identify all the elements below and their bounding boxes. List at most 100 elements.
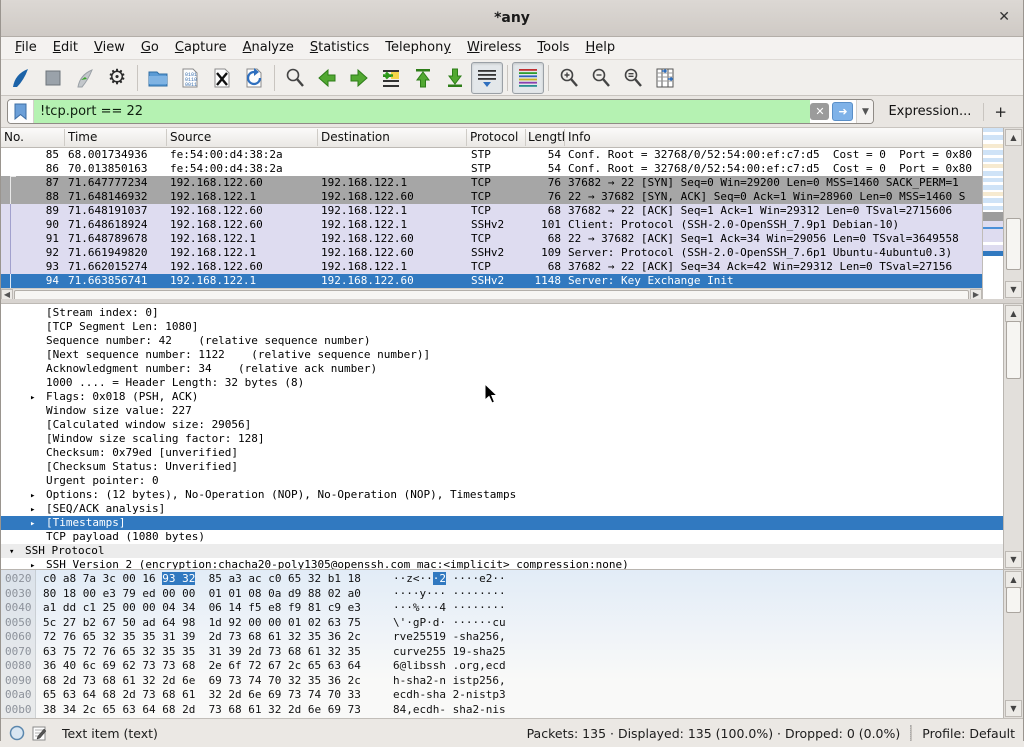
detail-row[interactable]: ▾SSH Protocol — [1, 544, 1003, 558]
hex-row-0080[interactable]: 008036 40 6c 69 62 73 73 68 2e 6f 72 67 … — [1, 659, 1003, 674]
display-filter-input[interactable]: !tcp.port == 22 ✕ ➜ ▼ — [7, 99, 874, 124]
go-last-button[interactable] — [439, 62, 471, 94]
menu-edit[interactable]: Edit — [45, 39, 86, 57]
detail-row[interactable]: ▸[Timestamps] — [1, 516, 1003, 530]
packet-row-93[interactable]: 9371.662015274192.168.122.60192.168.122.… — [1, 260, 982, 274]
detail-row[interactable]: Sequence number: 42 (relative sequence n… — [1, 334, 1003, 348]
reload-file-button[interactable] — [238, 62, 270, 94]
detail-row[interactable]: [Next sequence number: 1122 (relative se… — [1, 348, 1003, 362]
column-header-info[interactable]: Info — [568, 130, 968, 144]
packet-list-header[interactable]: No. Time Source Destination ProtocolLength In… — [1, 128, 982, 148]
bytes-scroll-thumb[interactable] — [1006, 587, 1021, 613]
detail-row[interactable]: [Checksum Status: Unverified] — [1, 460, 1003, 474]
stop-capture-button[interactable] — [37, 62, 69, 94]
details-vscrollbar[interactable]: ▲ ▼ — [1003, 304, 1023, 569]
go-back-button[interactable] — [311, 62, 343, 94]
auto-scroll-button[interactable] — [471, 62, 503, 94]
capture-options-button[interactable]: ⚙ — [101, 62, 133, 94]
close-file-button[interactable] — [206, 62, 238, 94]
zoom-reset-button[interactable] — [617, 62, 649, 94]
zoom-in-button[interactable] — [553, 62, 585, 94]
detail-row[interactable]: Window size value: 227 — [1, 404, 1003, 418]
resize-columns-button[interactable] — [649, 62, 681, 94]
menu-statistics[interactable]: Statistics — [302, 39, 377, 57]
hex-row-0020[interactable]: 0020c0 a8 7a 3c 00 16 93 32 85 a3 ac c0 … — [1, 572, 1003, 587]
detail-row[interactable]: Urgent pointer: 0 — [1, 474, 1003, 488]
detail-row[interactable]: TCP payload (1080 bytes) — [1, 530, 1003, 544]
expand-arrow-icon[interactable]: ▸ — [30, 559, 35, 569]
packet-list-hscrollbar[interactable]: ◀ ▶ — [1, 288, 982, 299]
menu-analyze[interactable]: Analyze — [235, 39, 302, 57]
detail-row[interactable]: 1000 .... = Header Length: 32 bytes (8) — [1, 376, 1003, 390]
vscroll-down-arrow-icon[interactable]: ▼ — [1005, 281, 1022, 298]
status-profile[interactable]: Profile: Default — [922, 726, 1015, 741]
hscroll-thumb[interactable] — [14, 290, 969, 299]
packet-row-94[interactable]: 9471.663856741192.168.122.1192.168.122.6… — [1, 274, 982, 288]
detail-row[interactable]: ▸SSH Version 2 (encryption:chacha20-poly… — [1, 558, 1003, 569]
open-file-button[interactable] — [142, 62, 174, 94]
hex-row-0040[interactable]: 0040a1 dd c1 25 00 00 04 34 06 14 f5 e8 … — [1, 601, 1003, 616]
packet-row-87[interactable]: 8771.647777234192.168.122.60192.168.122.… — [1, 176, 982, 190]
column-header-protocol[interactable]: Protocol — [470, 130, 525, 144]
detail-row[interactable]: [Window size scaling factor: 128] — [1, 432, 1003, 446]
go-first-button[interactable] — [407, 62, 439, 94]
vscroll-up-arrow-icon[interactable]: ▲ — [1005, 129, 1022, 146]
packet-row-88[interactable]: 8871.648146932192.168.122.1192.168.122.6… — [1, 190, 982, 204]
expand-arrow-icon[interactable]: ▸ — [30, 391, 35, 405]
start-capture-button[interactable] — [5, 62, 37, 94]
hex-row-0070[interactable]: 007063 75 72 76 65 32 35 35 31 39 2d 73 … — [1, 645, 1003, 660]
hex-row-0060[interactable]: 006072 76 65 32 35 35 31 39 2d 73 68 61 … — [1, 630, 1003, 645]
column-header-no[interactable]: No. — [4, 130, 62, 144]
details-scroll-up-icon[interactable]: ▲ — [1005, 305, 1022, 322]
detail-row[interactable]: ▸[SEQ/ACK analysis] — [1, 502, 1003, 516]
zoom-out-button[interactable] — [585, 62, 617, 94]
bytes-scroll-up-icon[interactable]: ▲ — [1005, 571, 1022, 588]
packet-row-86[interactable]: 8670.013850163fe:54:00:d4:38:2aSTP54Conf… — [1, 162, 982, 176]
detail-row[interactable]: [Stream index: 0] — [1, 306, 1003, 320]
hex-row-0090[interactable]: 009068 2d 73 68 61 32 2d 6e 69 73 74 70 … — [1, 674, 1003, 689]
filter-history-dropdown-icon[interactable]: ▼ — [856, 100, 873, 123]
expand-arrow-icon[interactable]: ▸ — [30, 517, 35, 531]
filter-bookmark-icon[interactable] — [8, 100, 34, 123]
packet-row-85[interactable]: 8568.001734936fe:54:00:d4:38:2aSTP54Conf… — [1, 148, 982, 162]
intelligent-scrollbar-minimap[interactable] — [982, 128, 1003, 299]
detail-row[interactable]: ▸Flags: 0x018 (PSH, ACK) — [1, 390, 1003, 404]
menu-help[interactable]: Help — [577, 39, 623, 57]
column-header-destination[interactable]: Destination — [321, 130, 466, 144]
hex-row-00a0[interactable]: 00a065 63 64 68 2d 73 68 61 32 2d 6e 69 … — [1, 688, 1003, 703]
menu-go[interactable]: Go — [133, 39, 167, 57]
filter-text[interactable]: !tcp.port == 22 — [34, 100, 810, 123]
details-scroll-thumb[interactable] — [1006, 321, 1021, 379]
hex-row-0030[interactable]: 003080 18 00 e3 79 ed 00 00 01 01 08 0a … — [1, 587, 1003, 602]
collapse-arrow-icon[interactable]: ▾ — [9, 545, 14, 559]
vscroll-thumb[interactable] — [1006, 218, 1021, 270]
column-header-source[interactable]: Source — [170, 130, 317, 144]
column-header-time[interactable]: Time — [68, 130, 166, 144]
column-header-length[interactable]: Length — [528, 130, 564, 144]
hscroll-left-arrow-icon[interactable]: ◀ — [1, 289, 13, 299]
packet-row-89[interactable]: 8971.648191037192.168.122.60192.168.122.… — [1, 204, 982, 218]
packet-row-92[interactable]: 9271.661949820192.168.122.1192.168.122.6… — [1, 246, 982, 260]
close-window-icon[interactable]: ✕ — [998, 9, 1010, 25]
packet-list-vscrollbar[interactable]: ▲ ▼ — [1003, 128, 1023, 299]
save-file-button[interactable]: 010101100011 — [174, 62, 206, 94]
hex-row-0050[interactable]: 00505c 27 b2 67 50 ad 64 98 1d 92 00 00 … — [1, 616, 1003, 631]
detail-row[interactable]: Acknowledgment number: 34 (relative ack … — [1, 362, 1003, 376]
capture-comment-button[interactable] — [32, 726, 47, 741]
hex-row-00b0[interactable]: 00b038 34 2c 65 63 64 68 2d 73 68 61 32 … — [1, 703, 1003, 718]
detail-row[interactable]: Checksum: 0x79ed [unverified] — [1, 446, 1003, 460]
hscroll-right-arrow-icon[interactable]: ▶ — [970, 289, 982, 299]
menu-capture[interactable]: Capture — [167, 39, 235, 57]
expert-info-button[interactable] — [9, 725, 25, 741]
go-to-packet-button[interactable] — [375, 62, 407, 94]
menu-view[interactable]: View — [86, 39, 133, 57]
packet-row-90[interactable]: 9071.648618924192.168.122.60192.168.122.… — [1, 218, 982, 232]
menu-tools[interactable]: Tools — [529, 39, 577, 57]
bytes-scroll-down-icon[interactable]: ▼ — [1005, 700, 1022, 717]
filter-apply-icon[interactable]: ➜ — [832, 102, 853, 121]
menu-wireless[interactable]: Wireless — [459, 39, 529, 57]
go-forward-button[interactable] — [343, 62, 375, 94]
expand-arrow-icon[interactable]: ▸ — [30, 503, 35, 517]
colorize-button[interactable] — [512, 62, 544, 94]
detail-row[interactable]: [TCP Segment Len: 1080] — [1, 320, 1003, 334]
